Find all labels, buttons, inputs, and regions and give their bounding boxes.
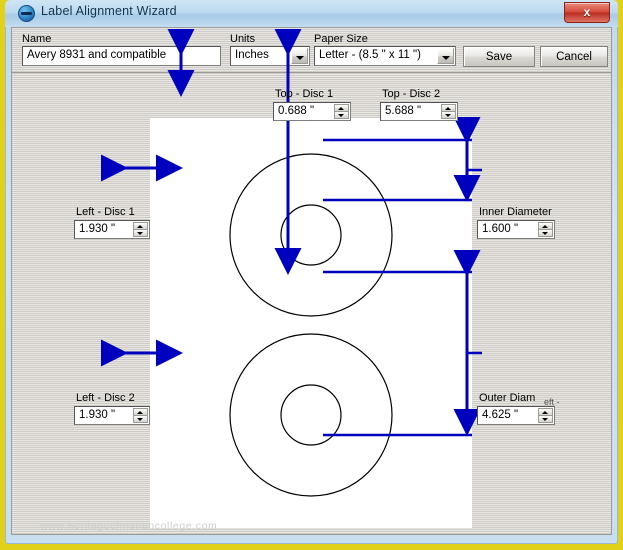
disc-layout-diagram [229,153,393,497]
chevron-down-icon[interactable] [538,415,553,423]
left-disc-2-value: 1.930 " [79,409,116,421]
paper-size-field-label: Paper Size [314,33,368,45]
chevron-down-icon[interactable] [538,229,553,237]
name-input[interactable]: Avery 8931 and compatible [22,46,221,66]
chevron-down-icon[interactable] [133,415,148,423]
left-disc-1-spin-buttons[interactable] [133,222,148,237]
settings-toolbar: Name Avery 8931 and compatible Units Inc… [12,28,611,73]
top-disc-1-stepper[interactable]: 0.688 " [273,102,351,121]
disc-2-outer-circle [229,333,393,497]
chevron-down-icon[interactable] [133,229,148,237]
paper-size-select-value: Letter - (8.5 " x 11 ") [319,49,421,61]
inner-diameter-stepper[interactable]: 1.600 " [477,220,555,239]
inner-diameter-label: Inner Diameter [479,206,552,218]
chevron-down-icon[interactable] [437,48,454,64]
top-disc-1-label: Top - Disc 1 [275,88,334,100]
left-disc-2-stepper[interactable]: 1.930 " [74,406,150,425]
cancel-button[interactable]: Cancel [540,46,608,67]
units-select-value: Inches [235,49,269,61]
client-area: Name Avery 8931 and compatible Units Inc… [11,27,612,535]
paper-preview [150,118,472,528]
top-disc-2-value: 5.688 " [385,105,422,117]
inner-diameter-value: 1.600 " [482,223,519,235]
left-disc-2-spin-buttons[interactable] [133,408,148,423]
top-disc-2-label: Top - Disc 2 [382,88,441,100]
disc-icon [18,5,35,22]
paper-size-select[interactable]: Letter - (8.5 " x 11 ") [314,46,456,66]
top-disc-1-value: 0.688 " [278,105,315,117]
left-disc-1-value: 1.930 " [79,223,116,235]
chevron-down-icon[interactable] [334,111,349,119]
window-title: Label Alignment Wizard [41,4,177,18]
units-field-label: Units [230,33,256,45]
top-disc-1-spin-buttons[interactable] [334,104,349,119]
outer-diameter-stepper[interactable]: 4.625 " [477,406,555,425]
close-button[interactable]: x [564,2,610,23]
outer-diameter-label: Outer Diam [479,392,536,404]
chevron-down-icon[interactable] [441,111,456,119]
title-bar: Label Alignment Wizard x [5,0,618,27]
disc-1-outer-circle [229,153,393,317]
top-disc-2-spin-buttons[interactable] [441,104,456,119]
left-disc-2-label: Left - Disc 2 [76,392,135,404]
watermark-text: www.heritagechristiancollege.com [40,520,218,532]
outer-diameter-value: 4.625 " [482,409,519,421]
inner-diameter-spin-buttons[interactable] [538,222,553,237]
left-disc-1-stepper[interactable]: 1.930 " [74,220,150,239]
disc-2-inner-circle [280,384,342,446]
top-disc-2-stepper[interactable]: 5.688 " [380,102,458,121]
save-button[interactable]: Save [463,46,535,67]
disc-1-inner-circle [280,204,342,266]
chevron-down-icon[interactable] [291,48,308,64]
left-disc-1-label: Left - Disc 1 [76,206,135,218]
application-window: Label Alignment Wizard x Name Avery 8931… [0,0,623,550]
outer-diameter-spin-buttons[interactable] [538,408,553,423]
units-select[interactable]: Inches [230,46,310,66]
name-field-label: Name [22,33,52,45]
